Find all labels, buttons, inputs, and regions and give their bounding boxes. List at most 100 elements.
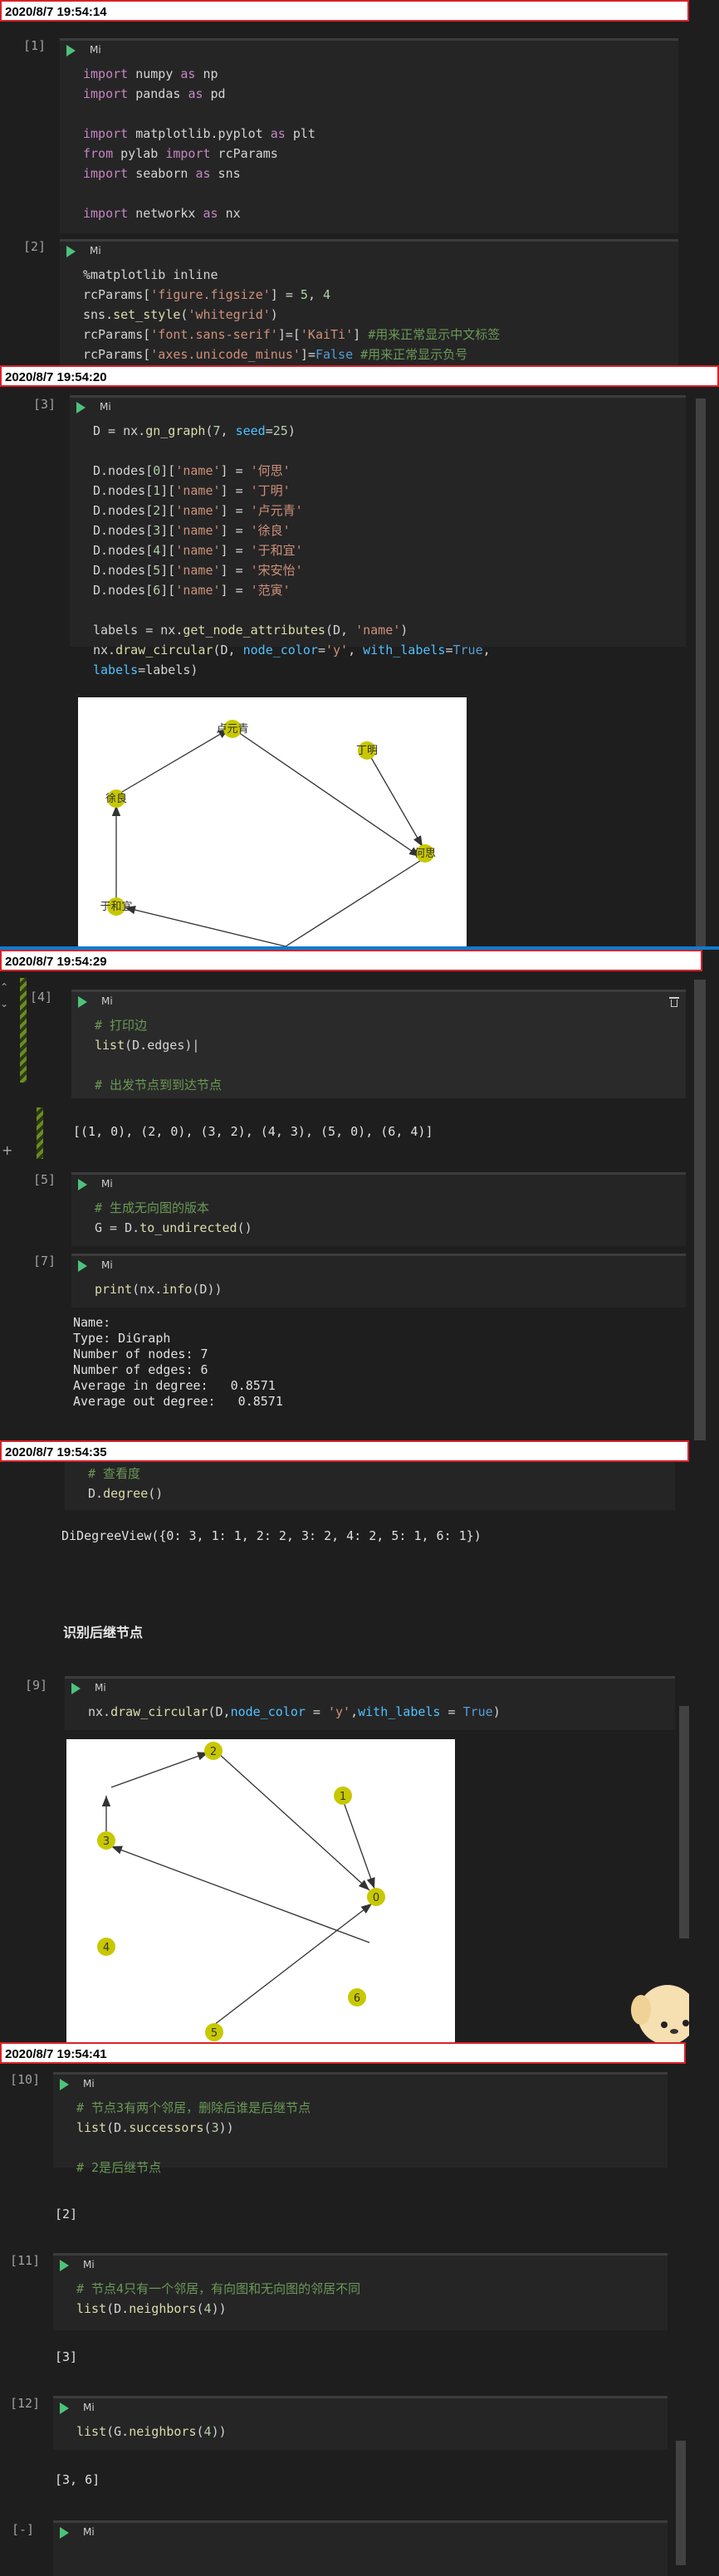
graph-edge bbox=[115, 728, 230, 796]
kernel-label: Mi bbox=[101, 995, 113, 1007]
graph-edge bbox=[343, 1801, 375, 1889]
code-cell[interactable]: Mi bbox=[53, 2520, 668, 2576]
timestamp-banner: 2020/8/7 19:54:35 bbox=[0, 1440, 689, 1462]
node-label: 徐良 bbox=[105, 792, 127, 805]
delete-cell-icon[interactable] bbox=[669, 995, 679, 1007]
code-cell[interactable]: Mi D = nx.gn_graph(7, seed=25) D.nodes[0… bbox=[70, 395, 686, 677]
kernel-label: Mi bbox=[90, 245, 101, 257]
code-editor[interactable]: list(G.neighbors(4)) bbox=[53, 2418, 668, 2446]
execution-count: [2] bbox=[23, 239, 46, 254]
code-editor[interactable]: D = nx.gn_graph(7, seed=25) D.nodes[0]['… bbox=[70, 418, 686, 685]
code-editor[interactable]: # 节点3有两个邻居，删除后谁是后继节点 list(D.successors(3… bbox=[53, 2095, 668, 2183]
kernel-label: Mi bbox=[83, 2402, 95, 2413]
code-cell[interactable]: Mi list(G.neighbors(4)) bbox=[53, 2396, 668, 2450]
cell-toolbar: Mi bbox=[53, 2523, 668, 2543]
screenshot-segment-2: 2020/8/7 19:54:20 [3] Mi D = nx.gn_graph… bbox=[0, 365, 719, 946]
scrollbar-thumb[interactable] bbox=[696, 398, 706, 946]
code-editor[interactable]: print(nx.info(D)) bbox=[71, 1276, 686, 1304]
cell-output: [(1, 0), (2, 0), (3, 2), (4, 3), (5, 0),… bbox=[73, 1124, 433, 1139]
markdown-heading: 识别后继节点 bbox=[63, 1625, 144, 1640]
graph-edge bbox=[218, 1753, 370, 1891]
execution-count: [3] bbox=[33, 397, 56, 412]
run-icon[interactable] bbox=[60, 2260, 69, 2271]
kernel-label: Mi bbox=[100, 401, 111, 413]
cell-toolbar: Mi bbox=[70, 398, 686, 418]
run-icon[interactable] bbox=[71, 1683, 81, 1694]
cell-toolbar: Mi bbox=[65, 1679, 675, 1699]
run-icon[interactable] bbox=[60, 2079, 69, 2090]
execution-count: [-] bbox=[12, 2522, 35, 2537]
graph-edge bbox=[124, 906, 286, 946]
cell-output: [3, 6] bbox=[55, 2472, 100, 2487]
run-icon[interactable] bbox=[78, 1260, 87, 1272]
execution-count: [5] bbox=[33, 1172, 56, 1187]
run-icon[interactable] bbox=[66, 246, 76, 257]
code-cell[interactable]: Mi # 节点4只有一个邻居，有向图和无向图的邻居不同 list(D.neigh… bbox=[53, 2253, 668, 2330]
cell-toolbar: Mi bbox=[71, 1256, 686, 1276]
code-cell[interactable]: Mi %matplotlib inline rcParams['figure.f… bbox=[60, 239, 678, 365]
execution-count: [7] bbox=[33, 1254, 56, 1268]
execution-count: [1] bbox=[23, 38, 46, 53]
run-icon[interactable] bbox=[78, 996, 87, 1008]
node-label: 4 bbox=[103, 1942, 110, 1954]
node-label: 2 bbox=[210, 1746, 217, 1758]
scrollbar-thumb[interactable] bbox=[679, 1706, 689, 1938]
run-icon[interactable] bbox=[60, 2527, 69, 2539]
code-cell[interactable]: Mi nx.draw_circular(D,node_color = 'y',w… bbox=[65, 1676, 675, 1730]
cell-toolbar: Mi bbox=[53, 2256, 668, 2275]
code-editor[interactable]: %matplotlib inline rcParams['figure.figs… bbox=[60, 262, 678, 365]
kernel-label: Mi bbox=[101, 1259, 113, 1271]
code-editor[interactable]: nx.draw_circular(D,node_color = 'y',with… bbox=[65, 1699, 675, 1727]
scrollbar-thumb[interactable] bbox=[676, 2441, 686, 2565]
run-icon[interactable] bbox=[60, 2402, 69, 2414]
cell-toolbar: Mi bbox=[71, 1175, 686, 1195]
timestamp-banner: 2020/8/7 19:54:14 bbox=[0, 0, 689, 22]
code-cell[interactable]: Mi # 生成无向图的版本 G = D.to_undirected() bbox=[71, 1172, 686, 1246]
execution-count: [12] bbox=[10, 2396, 41, 2411]
cell-toolbar: Mi bbox=[71, 992, 686, 1012]
code-editor[interactable]: import numpy as np import pandas as pd i… bbox=[60, 61, 678, 228]
kernel-label: Mi bbox=[83, 2259, 95, 2270]
code-cell[interactable]: # 查看度 D.degree() bbox=[65, 1462, 675, 1510]
code-editor[interactable]: # 生成无向图的版本 G = D.to_undirected() bbox=[71, 1195, 686, 1243]
kernel-label: Mi bbox=[83, 2078, 95, 2090]
code-cell[interactable]: Mi import numpy as np import pandas as p… bbox=[60, 38, 678, 233]
run-icon[interactable] bbox=[78, 1179, 87, 1190]
code-editor[interactable]: # 打印边 list(D.edges)| # 出发节点到到达节点 bbox=[71, 1012, 686, 1100]
cell-output: DiDegreeView({0: 3, 1: 1, 2: 2, 3: 2, 4:… bbox=[61, 1528, 482, 1543]
cell-toolbar: Mi bbox=[60, 41, 678, 61]
cell-toolbar: Mi bbox=[60, 242, 678, 262]
node-label: 于和宜 bbox=[100, 901, 132, 913]
screenshot-segment-4: 2020/8/7 19:54:35 # 查看度 D.degree() DiDeg… bbox=[0, 1440, 689, 2042]
graph-output-named: 卢元青 丁明 徐良 何思 于和宜 bbox=[78, 697, 467, 946]
code-editor[interactable]: # 查看度 D.degree() bbox=[65, 1462, 675, 1508]
kernel-label: Mi bbox=[83, 2526, 95, 2538]
node-label: 6 bbox=[354, 1992, 360, 2005]
expand-chevron-icon[interactable]: ⌄ bbox=[0, 998, 8, 1009]
graph-canvas: 卢元青 丁明 徐良 何思 于和宜 bbox=[100, 720, 436, 946]
node-label: 0 bbox=[373, 1892, 379, 1904]
code-cell[interactable]: Mi print(nx.info(D)) bbox=[71, 1254, 686, 1308]
mascot-sticker bbox=[624, 1963, 689, 2042]
run-icon[interactable] bbox=[76, 402, 86, 413]
cell-output: [2] bbox=[55, 2207, 78, 2222]
code-editor[interactable]: # 节点4只有一个邻居，有向图和无向图的邻居不同 list(D.neighbor… bbox=[53, 2275, 668, 2324]
add-cell-icon[interactable]: + bbox=[2, 1142, 12, 1158]
run-icon[interactable] bbox=[66, 45, 76, 56]
graph-edge bbox=[213, 1903, 373, 2026]
timestamp-banner: 2020/8/7 19:54:41 bbox=[0, 2042, 686, 2064]
collapse-chevron-icon[interactable]: ⌃ bbox=[0, 981, 8, 993]
screenshot-segment-5: 2020/8/7 19:54:41 [10] Mi # 节点3有两个邻居，删除后… bbox=[0, 2042, 689, 2576]
scrollbar-thumb[interactable] bbox=[694, 980, 706, 1440]
cell-toolbar: Mi bbox=[53, 2075, 668, 2095]
execution-count: [4] bbox=[30, 990, 53, 1004]
timestamp-banner: 2020/8/7 19:54:29 bbox=[0, 950, 702, 971]
code-cell[interactable]: Mi # 节点3有两个邻居，删除后谁是后继节点 list(D.successor… bbox=[53, 2072, 668, 2175]
graph-edge bbox=[110, 1845, 370, 1943]
execution-count: [9] bbox=[25, 1678, 48, 1693]
code-cell-active[interactable]: Mi # 打印边 list(D.edges)| # 出发节点到到达节点 bbox=[71, 990, 686, 1098]
modified-cell-indicator bbox=[20, 978, 27, 1083]
node-label: 3 bbox=[103, 1835, 110, 1848]
graph-edge bbox=[285, 858, 423, 946]
screenshot-segment-3: 2020/8/7 19:54:29 ⌃ ⌄ + [4] Mi # 打印边 lis… bbox=[0, 946, 719, 1440]
